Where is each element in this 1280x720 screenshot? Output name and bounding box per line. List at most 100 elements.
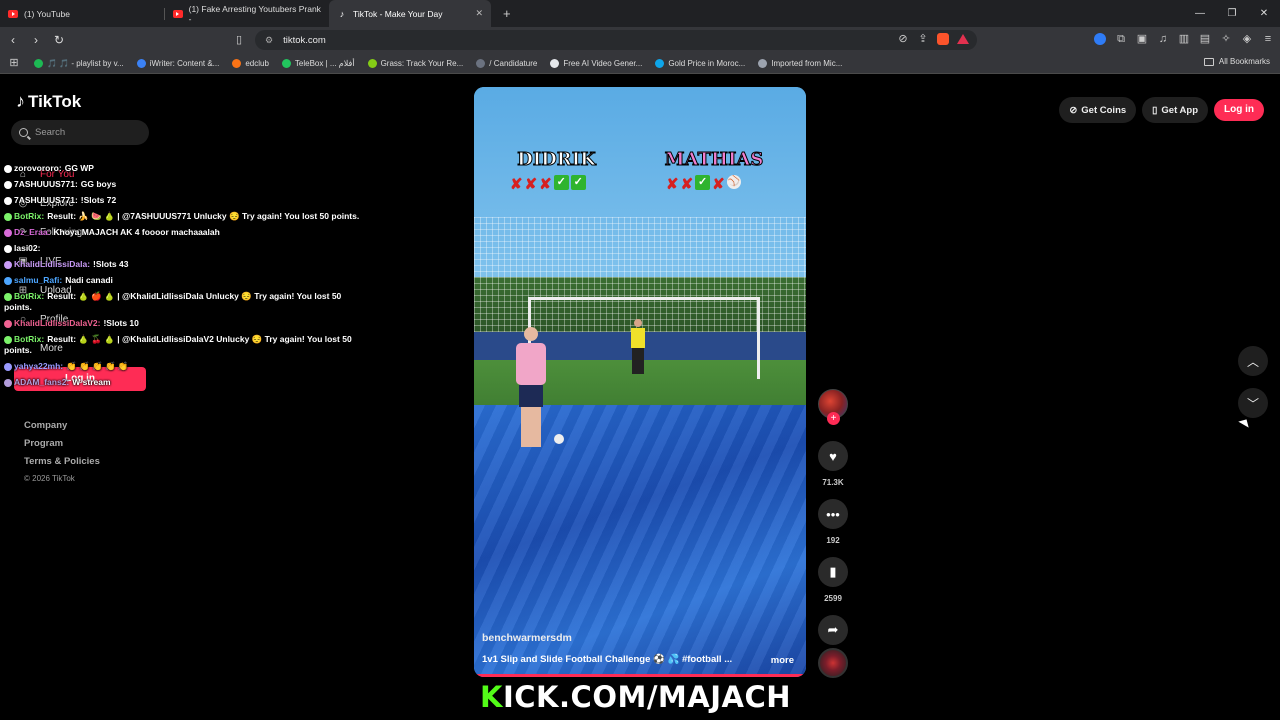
- address-bar[interactable]: ⚙ tiktok.com ⊘ ⇪: [255, 30, 977, 50]
- previous-video-button[interactable]: ︿: [1238, 346, 1268, 376]
- more-button[interactable]: more: [771, 655, 794, 666]
- leo-ai-icon[interactable]: ✧: [1220, 33, 1232, 45]
- search-input[interactable]: Search: [11, 120, 149, 145]
- tab-label: (1) Fake Arresting Youtubers Prank -: [188, 3, 321, 24]
- get-app-button[interactable]: ▯ Get App: [1142, 97, 1208, 123]
- chat-text: Result: 🍌 🍉 🍐 | @7ASHUUUS771 Unlucky 😔 T…: [47, 211, 360, 221]
- chat-badge-icon: [4, 319, 12, 328]
- bookmark-label: / Candidature: [489, 58, 538, 68]
- no-translate-icon[interactable]: ⊘: [897, 33, 909, 45]
- kick-k: K: [480, 680, 503, 714]
- chat-text: !Slots 43: [93, 259, 129, 269]
- reload-icon[interactable]: ↻: [49, 33, 69, 47]
- miss-icon: ✘: [712, 176, 725, 193]
- stream-chat-overlay: zorovororo: GG WP 7ASHUUUS771: GG boys 7ASHU…: [4, 163, 364, 393]
- miss-icon: ✘: [524, 176, 538, 193]
- baseball-icon: ⚾: [726, 175, 741, 189]
- bookmark-item[interactable]: Grass: Track Your Re...: [367, 58, 463, 68]
- chat-text: W stream: [72, 377, 111, 387]
- youtube-icon: [173, 9, 183, 18]
- puzzle-icon[interactable]: ⧉: [1115, 33, 1127, 45]
- video-author[interactable]: benchwarmersdm: [482, 632, 572, 644]
- footer-link-terms[interactable]: Terms & Policies: [24, 456, 100, 474]
- bookmarks-bar: ⊞ 🎵 🎵 - playlist by v... iWriter: Content…: [0, 53, 1280, 74]
- chat-text: Khoya MAJACH AK 4 foooor machaaalah: [53, 227, 220, 237]
- minimize-icon[interactable]: —: [1184, 8, 1216, 19]
- vpn-icon[interactable]: ◈: [1241, 33, 1253, 45]
- bookmark-label: TeleBox | ... أفلام: [294, 58, 355, 68]
- chat-badge-icon: [4, 335, 12, 344]
- tiktok-wordmark: TikTok: [28, 91, 82, 111]
- brave-rewards-icon[interactable]: [957, 34, 969, 44]
- extension-icon[interactable]: [1094, 33, 1106, 45]
- heart-icon: ♥: [829, 448, 837, 464]
- footer-link-company[interactable]: Company: [24, 420, 100, 438]
- back-icon[interactable]: ‹: [3, 33, 23, 47]
- sidebar-icon[interactable]: ▥: [1178, 33, 1190, 45]
- bookmark-favicon-icon: [367, 58, 377, 68]
- bookmark-item[interactable]: Gold Price in Moroc...: [655, 58, 746, 68]
- sound-disc[interactable]: [818, 648, 848, 678]
- tiktok-note-icon: ♪: [16, 91, 25, 111]
- screenshot-icon[interactable]: ▣: [1136, 33, 1148, 45]
- like-button[interactable]: ♥: [818, 441, 848, 471]
- phone-icon: ▯: [1152, 104, 1158, 116]
- all-bookmarks[interactable]: All Bookmarks: [1203, 57, 1270, 66]
- chat-username: BotRix:: [14, 291, 45, 301]
- new-tab-icon[interactable]: +: [503, 6, 511, 21]
- chat-text: Result: 🍐 🍎 🍐 | @KhalidLidlissiDala Unlu…: [4, 291, 342, 312]
- apps-grid-icon[interactable]: ⊞: [8, 57, 20, 69]
- chat-username: Dz_Eraa:: [14, 227, 51, 237]
- goal-check-icon: ✓: [695, 175, 711, 190]
- close-window-icon[interactable]: ✕: [1248, 8, 1280, 19]
- chat-badge-icon: [4, 378, 12, 387]
- wallet-icon[interactable]: ▤: [1199, 33, 1211, 45]
- window-controls: — ❐ ✕: [1184, 0, 1280, 27]
- tab-youtube[interactable]: (1) YouTube: [0, 0, 164, 27]
- login-button[interactable]: Log in: [1214, 99, 1264, 121]
- chat-badge-icon: [4, 196, 12, 205]
- bookmark-item[interactable]: edclub: [232, 58, 269, 68]
- tab-youtube-prank[interactable]: (1) Fake Arresting Youtubers Prank -: [165, 0, 329, 27]
- bookmark-item[interactable]: iWriter: Content &...: [136, 58, 219, 68]
- bookmark-item[interactable]: TeleBox | ... أفلام: [281, 58, 355, 68]
- share-icon[interactable]: ⇪: [917, 33, 929, 45]
- footer-link-program[interactable]: Program: [24, 438, 100, 456]
- get-coins-button[interactable]: ⊘ Get Coins: [1059, 97, 1137, 123]
- tab-tiktok[interactable]: ♪ TikTok - Make Your Day ✕: [329, 0, 491, 27]
- bookmark-item[interactable]: 🎵 🎵 - playlist by v...: [34, 58, 124, 68]
- chat-username: ADAM_fans2:: [14, 377, 70, 387]
- player-right-score-marks: ✘ ✘ ✓ ✘ ⚾: [666, 175, 741, 193]
- creator-avatar[interactable]: +: [818, 389, 848, 425]
- bookmark-item[interactable]: Imported from Mic...: [758, 58, 842, 68]
- bookmark-label: Gold Price in Moroc...: [668, 58, 746, 68]
- menu-icon[interactable]: ≡: [1262, 33, 1274, 45]
- football: [554, 434, 564, 444]
- follow-plus-icon[interactable]: +: [827, 412, 840, 425]
- bookmark-page-icon[interactable]: ▯: [236, 33, 242, 46]
- site-info-icon[interactable]: ⚙: [265, 35, 273, 46]
- bookmark-item[interactable]: / Candidature: [476, 58, 538, 68]
- video-player[interactable]: DIDRIK MATHIAS ✘ ✘ ✘ ✓ ✓ ✘ ✘ ✓ ✘ ⚾ bench…: [474, 87, 806, 677]
- chat-badge-icon: [4, 260, 12, 269]
- goal-check-icon: ✓: [553, 175, 569, 190]
- chat-message: lasi02:: [4, 243, 364, 254]
- share-button[interactable]: ➦: [818, 615, 848, 645]
- mouse-cursor: [1238, 416, 1252, 428]
- bookmark-item[interactable]: Free AI Video Gener...: [550, 58, 642, 68]
- brave-shields-icon[interactable]: [937, 33, 949, 45]
- goalkeeper: [630, 319, 646, 375]
- restore-icon[interactable]: ❐: [1216, 8, 1248, 19]
- video-progress-bar[interactable]: [474, 674, 806, 677]
- chat-badge-icon: [4, 276, 12, 285]
- bookmark-favicon-icon: [758, 58, 768, 68]
- comment-button[interactable]: •••: [818, 499, 848, 529]
- next-video-button[interactable]: ﹀: [1238, 388, 1268, 418]
- media-icon[interactable]: ♫: [1157, 33, 1169, 45]
- bookmark-favicon-icon: [550, 58, 560, 68]
- tiktok-logo[interactable]: ♪ TikTok: [16, 91, 81, 112]
- all-bookmarks-label: All Bookmarks: [1218, 57, 1270, 66]
- forward-icon[interactable]: ›: [26, 33, 46, 47]
- save-button[interactable]: ▮: [818, 557, 848, 587]
- close-tab-icon[interactable]: ✕: [475, 8, 483, 19]
